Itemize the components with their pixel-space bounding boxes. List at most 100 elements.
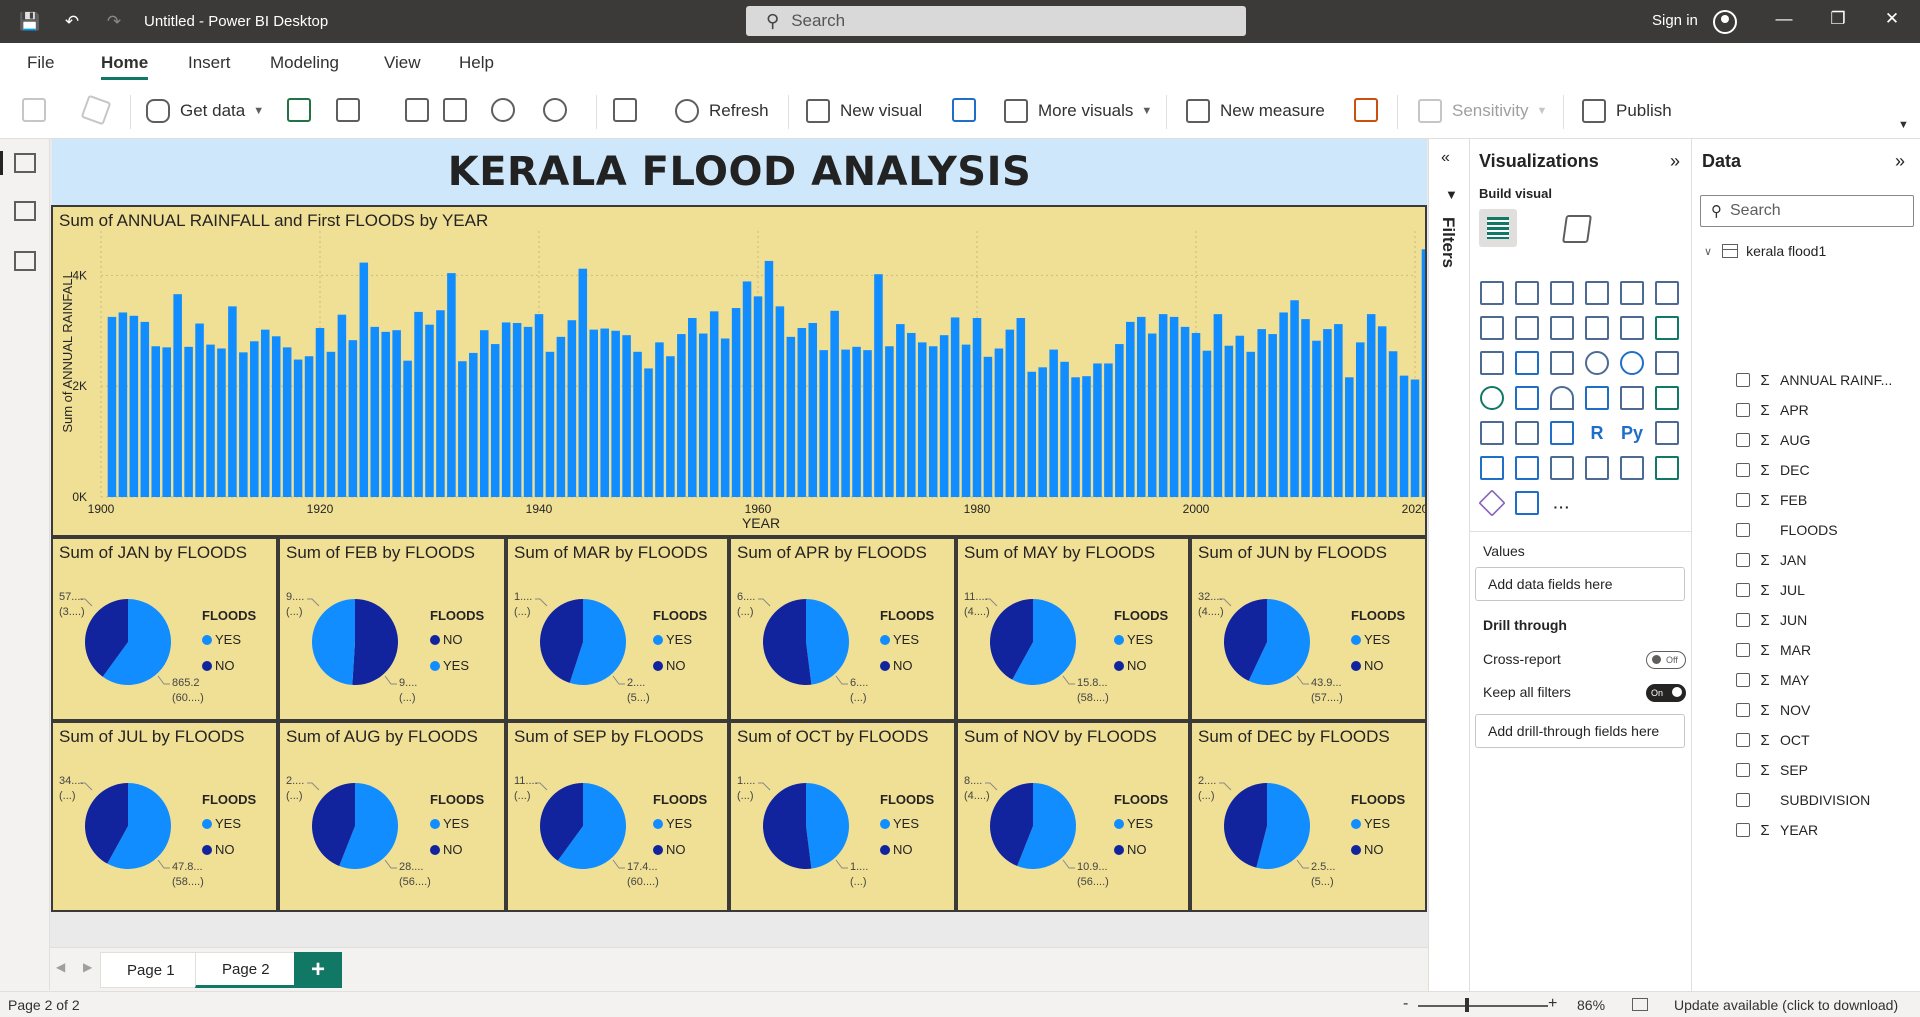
legend-item[interactable]: NO [1351,658,1384,673]
clustered-column-chart-icon[interactable] [1585,281,1609,305]
bar-1999[interactable] [1180,326,1190,497]
data-hub-icon[interactable] [336,98,360,122]
bar-2016[interactable] [1366,314,1376,497]
pie-chart-icon[interactable] [1585,351,1609,375]
close-button[interactable]: ✕ [1880,9,1904,29]
bar-1963[interactable] [786,336,796,497]
pie-slice-no[interactable] [352,599,399,685]
bar-1986[interactable] [1038,367,1047,497]
sql-server-icon[interactable] [405,98,429,122]
bar-1905[interactable] [151,346,161,497]
bar-1941[interactable] [545,351,555,497]
bar-1907[interactable] [173,294,182,497]
bar-1935[interactable] [479,330,489,497]
transform-data-icon[interactable] [613,98,637,122]
legend-item[interactable]: NO [880,842,913,857]
bar-2017[interactable] [1377,326,1387,497]
report-view-icon[interactable] [0,151,36,175]
field-checkbox[interactable] [1736,643,1750,657]
ribbon-chart-icon[interactable] [1655,316,1679,340]
tab-page-2[interactable]: Page 2 [195,952,297,988]
field-checkbox[interactable] [1736,763,1750,777]
line-stacked-column-icon[interactable] [1620,316,1644,340]
bar-1989[interactable] [1071,377,1080,497]
legend-item[interactable]: NO [653,842,686,857]
bar-1901[interactable] [107,316,117,497]
more-visuals-icon[interactable]: ··· [1550,491,1574,515]
python-visual-icon[interactable]: Py [1620,421,1644,445]
bar-1902[interactable] [118,312,128,497]
bar-1960[interactable] [753,296,763,497]
table-view-icon[interactable] [14,201,36,221]
pie-chart-visual[interactable]: Sum of AUG by FLOODS 2.... (...) 28.... … [278,721,506,912]
field-checkbox[interactable] [1736,373,1750,387]
legend-item[interactable]: YES [202,816,241,831]
waterfall-chart-icon[interactable] [1480,351,1504,375]
field-item[interactable]: Σ JUL [1736,580,1805,600]
filters-label[interactable]: Filters [1438,217,1458,268]
bar-1904[interactable] [140,321,150,497]
pie-slice-no[interactable] [763,599,812,685]
sensitivity-button[interactable]: Sensitivity ▼ [1418,97,1547,125]
field-checkbox[interactable] [1736,673,1750,687]
bar-1911[interactable] [217,348,226,497]
bar-1906[interactable] [162,347,171,497]
r-visual-icon[interactable]: R [1585,421,1609,445]
bar-1955[interactable] [698,333,708,497]
bar-1990[interactable] [1082,376,1091,497]
legend-item[interactable]: NO [202,842,235,857]
legend-item[interactable]: YES [430,816,469,831]
bar-1903[interactable] [129,315,139,497]
legend-item[interactable]: NO [430,842,463,857]
minimize-button[interactable]: — [1772,9,1796,29]
redo-icon[interactable]: ↷ [102,10,126,34]
zoom-out-button[interactable]: - [1403,995,1408,1013]
restore-button[interactable]: ❐ [1826,9,1850,29]
multi-row-card-icon[interactable] [1620,386,1644,410]
bar-2020[interactable] [1410,379,1420,497]
field-checkbox[interactable] [1736,463,1750,477]
bar-1980[interactable] [972,318,982,497]
collapse-visualizations-icon[interactable]: » [1670,151,1680,172]
collapse-data-icon[interactable]: » [1895,151,1905,172]
bar-1932[interactable] [447,273,456,497]
bar-1959[interactable] [742,281,752,497]
bar-1930[interactable] [425,324,434,497]
undo-icon[interactable]: ↶ [60,10,84,34]
bar-1948[interactable] [622,335,631,497]
bar-1968[interactable] [841,349,850,497]
pie-chart-visual[interactable]: Sum of JAN by FLOODS 57.... (3....) 865.… [51,537,278,721]
bar-1992[interactable] [1104,363,1113,497]
bar-2019[interactable] [1399,375,1409,497]
tab-page-1[interactable]: Page 1 [100,952,202,988]
bar-1943[interactable] [567,320,577,497]
field-checkbox[interactable] [1736,523,1750,537]
stacked-bar-chart-icon[interactable] [1480,281,1504,305]
bar-1996[interactable] [1147,333,1157,497]
treemap-icon[interactable] [1655,351,1679,375]
format-painter-icon[interactable] [80,94,112,126]
card-icon[interactable] [1585,386,1609,410]
bar-1912[interactable] [228,306,237,497]
pie-chart-visual[interactable]: Sum of MAY by FLOODS 11.... (4....) 15.8… [956,537,1190,721]
bar-1931[interactable] [436,310,445,497]
key-influencers-icon[interactable] [1655,421,1679,445]
field-item[interactable]: Σ JAN [1736,550,1806,570]
pie-chart-visual[interactable]: Sum of JUL by FLOODS 34.... (...) 47.8..… [51,721,278,912]
collapse-panes-icon[interactable]: « [1441,149,1450,167]
bar-1937[interactable] [501,322,511,497]
bar-1950[interactable] [644,368,653,497]
bar-1981[interactable] [983,356,993,497]
bar-1973[interactable] [896,324,905,497]
bar-1964[interactable] [797,327,807,497]
bar-1951[interactable] [655,342,664,497]
refresh-button[interactable]: Refresh [675,97,769,125]
100-stacked-column-chart-icon[interactable] [1655,281,1679,305]
cross-report-toggle[interactable]: Off [1646,651,1686,669]
scatter-chart-icon[interactable] [1550,351,1574,375]
collapse-ribbon-icon[interactable]: ▼ [1898,119,1909,131]
pie-slice-no[interactable] [763,783,812,869]
bar-2007[interactable] [1268,334,1277,497]
bar-1971[interactable] [874,274,883,497]
smart-narrative-icon[interactable] [1550,456,1574,480]
